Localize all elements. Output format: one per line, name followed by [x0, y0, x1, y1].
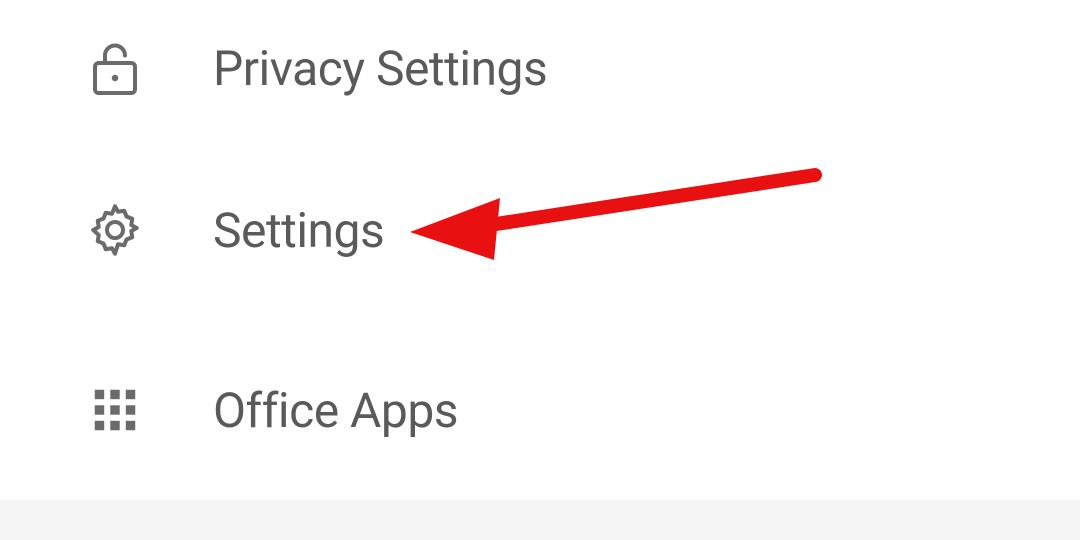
menu-item-privacy[interactable]: Privacy Settings	[0, 38, 1080, 98]
menu-item-office-apps[interactable]: Office Apps	[0, 380, 1080, 440]
apps-grid-icon	[85, 380, 145, 440]
lock-icon	[85, 38, 145, 98]
menu-item-label: Office Apps	[213, 382, 458, 439]
bottom-strip	[0, 500, 1080, 540]
menu-item-label: Settings	[213, 202, 384, 259]
menu-item-settings[interactable]: Settings	[0, 200, 1080, 260]
menu-item-label: Privacy Settings	[213, 40, 547, 97]
gear-icon	[85, 200, 145, 260]
